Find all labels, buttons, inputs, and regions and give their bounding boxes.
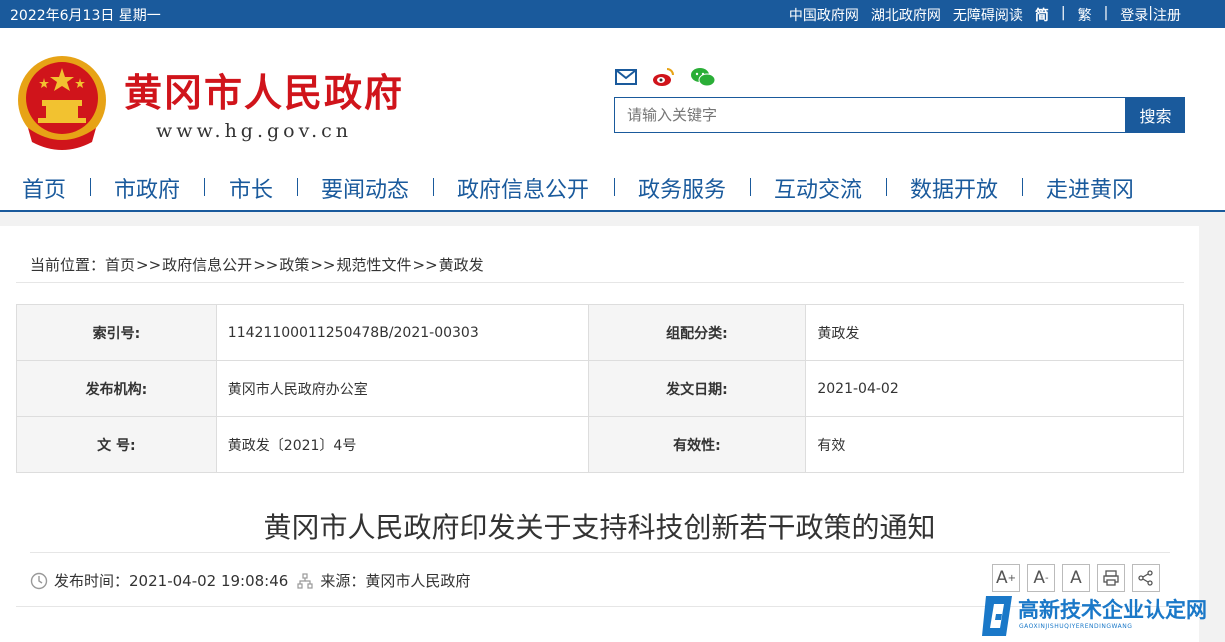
- nav-divider: [90, 178, 91, 196]
- print-icon[interactable]: [1097, 564, 1125, 592]
- breadcrumb-item-policy[interactable]: 政策: [279, 256, 309, 274]
- site-header: 黄冈市人民政府 www.hg.gov.cn 搜索 首页 市政府 市长 要闻动态 …: [0, 28, 1225, 212]
- document-number-label: 文 号:: [16, 416, 217, 473]
- issuing-agency-label: 发布机构:: [16, 360, 217, 417]
- watermark-icon: [982, 596, 1012, 636]
- validity-label: 有效性:: [587, 416, 807, 473]
- nav-divider: [433, 178, 434, 196]
- wechat-icon[interactable]: [690, 66, 716, 88]
- breadcrumb-label: 当前位置：: [30, 256, 106, 274]
- article-info: 发布时间： 2021-04-02 19:08:46 来源： 黄冈市人民政府: [30, 570, 470, 591]
- breadcrumb-separator: >>: [253, 256, 279, 274]
- site-url: www.hg.gov.cn: [156, 120, 353, 142]
- nav-item-news[interactable]: 要闻动态: [321, 172, 409, 204]
- search-input[interactable]: [614, 97, 1126, 133]
- nav-item-open-data[interactable]: 数据开放: [910, 172, 998, 204]
- weibo-icon[interactable]: [652, 66, 676, 88]
- breadcrumb-separator: >>: [136, 256, 162, 274]
- social-links: [614, 66, 716, 88]
- breadcrumb-separator: >>: [310, 256, 336, 274]
- index-number-value: 11421100011250478B/2021-00303: [215, 304, 589, 361]
- link-accessibility[interactable]: 无障碍阅读: [953, 5, 1023, 25]
- nav-item-about-huanggang[interactable]: 走进黄冈: [1046, 172, 1134, 204]
- nav-divider: [1022, 178, 1023, 196]
- document-number-value: 黄政发〔2021〕4号: [215, 416, 589, 473]
- issue-date-label: 发文日期:: [587, 360, 807, 417]
- nav-item-home[interactable]: 首页: [22, 172, 66, 204]
- current-date: 2022年6月13日 星期一: [10, 8, 161, 24]
- breadcrumb-separator: >>: [412, 256, 438, 274]
- watermark-title: 高新技术企业认定网: [1018, 598, 1207, 622]
- nav-divider: [204, 178, 205, 196]
- search-bar: 搜索: [614, 97, 1185, 135]
- link-china-gov[interactable]: 中国政府网: [789, 5, 859, 25]
- separator: |: [1060, 5, 1066, 21]
- site-title: 黄冈市人民政府: [124, 70, 405, 115]
- index-number-label: 索引号:: [16, 304, 217, 361]
- nav-item-government-services[interactable]: 政务服务: [638, 172, 726, 204]
- divider: [30, 552, 1170, 553]
- breadcrumb-item-information-disclosure[interactable]: 政府信息公开: [162, 256, 252, 274]
- divider: [16, 282, 1184, 283]
- breadcrumb-item-normative-documents[interactable]: 规范性文件: [336, 256, 411, 274]
- table-row: 索引号: 11421100011250478B/2021-00303 组配分类:…: [16, 304, 1184, 361]
- issuing-agency-value: 黄冈市人民政府办公室: [215, 360, 589, 417]
- watermark-logo: 高新技术企业认定网 GAOXINJISHUQIYERENDINGWANG: [980, 590, 1225, 642]
- mail-icon[interactable]: [614, 66, 638, 88]
- font-reset-button[interactable]: A: [1062, 564, 1090, 592]
- issue-date-value: 2021-04-02: [805, 360, 1184, 417]
- main-content: 当前位置：首页>>政府信息公开>>政策>>规范性文件>>黄政发 索引号: 114…: [0, 226, 1199, 642]
- breadcrumb-item-huangzhengfa[interactable]: 黄政发: [439, 256, 484, 274]
- separator: |: [1103, 5, 1109, 21]
- nav-divider: [614, 178, 615, 196]
- document-metadata-table: 索引号: 11421100011250478B/2021-00303 组配分类:…: [16, 304, 1184, 473]
- watermark-subtitle: GAOXINJISHUQIYERENDINGWANG: [1019, 623, 1133, 630]
- register-link[interactable]: 注册: [1153, 5, 1181, 25]
- share-icon[interactable]: [1132, 564, 1160, 592]
- top-links: 中国政府网 湖北政府网 无障碍阅读 简 | 繁 | 登录 | 注册: [789, 5, 1181, 25]
- font-increase-button[interactable]: A +: [992, 564, 1020, 592]
- publish-time-value: 2021-04-02 19:08:46: [129, 571, 289, 590]
- font-decrease-button[interactable]: A-: [1027, 564, 1055, 592]
- clock-icon: [30, 572, 48, 590]
- category-label: 组配分类:: [587, 304, 807, 361]
- simplified-chinese-toggle[interactable]: 简: [1035, 5, 1049, 25]
- nav-item-interaction[interactable]: 互动交流: [774, 172, 862, 204]
- validity-value: 有效: [805, 416, 1184, 473]
- nav-item-mayor[interactable]: 市长: [229, 172, 273, 204]
- login-link[interactable]: 登录: [1120, 5, 1148, 25]
- top-bar: 2022年6月13日 星期一 中国政府网 湖北政府网 无障碍阅读 简 | 繁 |…: [0, 0, 1225, 28]
- table-row: 文 号: 黄政发〔2021〕4号 有效性: 有效: [16, 416, 1184, 473]
- source-label: 来源：: [320, 572, 366, 590]
- article-title: 黄冈市人民政府印发关于支持科技创新若干政策的通知: [263, 511, 936, 544]
- article-tools: A + A- A: [992, 564, 1160, 592]
- nav-divider: [750, 178, 751, 196]
- category-value: 黄政发: [805, 304, 1184, 361]
- source-value: 黄冈市人民政府: [365, 572, 471, 590]
- nav-item-information-disclosure[interactable]: 政府信息公开: [457, 172, 589, 204]
- nav-divider: [297, 178, 298, 196]
- traditional-chinese-toggle[interactable]: 繁: [1078, 5, 1092, 25]
- main-nav: 首页 市政府 市长 要闻动态 政府信息公开 政务服务 互动交流 数据开放 走进黄…: [0, 168, 1225, 204]
- national-emblem-logo[interactable]: [14, 50, 110, 156]
- table-row: 发布机构: 黄冈市人民政府办公室 发文日期: 2021-04-02: [16, 360, 1184, 417]
- search-button[interactable]: 搜索: [1126, 97, 1185, 133]
- publish-time-label: 发布时间：: [54, 572, 130, 590]
- source-icon: [296, 572, 314, 590]
- nav-divider: [886, 178, 887, 196]
- link-hubei-gov[interactable]: 湖北政府网: [871, 5, 941, 25]
- breadcrumb-item-home[interactable]: 首页: [105, 256, 135, 274]
- breadcrumb: 当前位置：首页>>政府信息公开>>政策>>规范性文件>>黄政发: [30, 254, 484, 275]
- nav-item-city-government[interactable]: 市政府: [114, 172, 180, 204]
